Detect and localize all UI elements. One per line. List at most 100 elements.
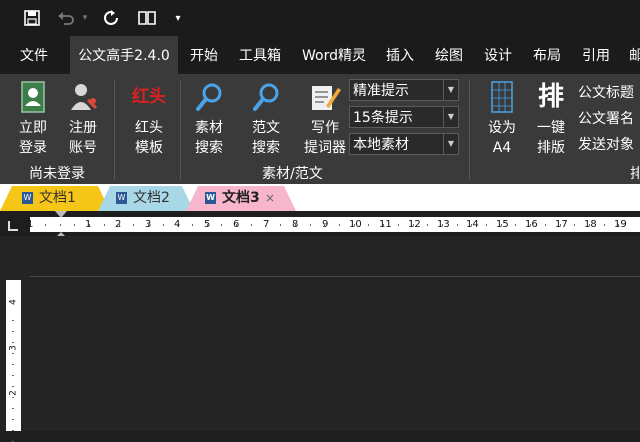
group-separator [114,80,115,180]
chevron-down-icon[interactable]: ▼ [443,80,458,100]
ruler-dot [397,224,399,226]
group-separator [469,80,470,180]
ruler-tick-label: 12 [408,219,421,230]
ruler-dot [368,224,370,226]
ruler-dot [12,397,14,398]
ruler-dot [12,342,14,343]
ruler-dot [412,224,414,226]
tab-mailings[interactable]: 邮 [629,36,640,74]
doc-signature-link[interactable]: 公文署名 [578,108,634,128]
redhead-template-button[interactable]: 红头 红头 模板 [128,78,170,158]
tab-design[interactable]: 设计 [484,36,512,74]
book-icon[interactable] [136,8,158,28]
ruler-dot [89,224,91,226]
ruler-dot [12,419,14,420]
indent-marker-icon[interactable] [55,211,67,239]
ruler-dot [103,224,105,226]
sample-search-button[interactable]: 范文 搜索 [245,78,287,158]
ruler-dot [45,224,46,226]
close-tab-icon[interactable]: × [265,186,275,211]
set-a4-button[interactable]: 设为 A4 [480,78,524,158]
set-a4-label-2: A4 [492,140,512,156]
redhead-label-2: 模板 [135,140,163,156]
material-source-select[interactable]: 本地素材 ▼ [349,133,459,155]
document-canvas[interactable] [0,236,640,431]
login-label-2: 登录 [19,140,47,156]
ruler-dot [486,224,487,226]
ruler-dot [12,364,14,365]
ruler-dot [12,320,14,321]
quick-access-toolbar: ▾ ▾ [0,0,640,36]
redhead-label-1: 红头 [135,120,163,136]
refresh-icon[interactable] [101,8,121,28]
one-click-label-1: 一键 [537,120,565,136]
ruler-tick-label: 16 [525,219,538,230]
format-icon: 排 [537,82,564,112]
doc-tab-3-label: 文档3 [222,190,260,206]
group-label-login: 尚未登录 [29,166,85,182]
undo-icon[interactable] [55,8,77,28]
ruler-dot [515,224,517,226]
ruler-bar: 112345678910111213141516171819 [27,217,640,232]
ruler-dot [456,224,458,226]
ruler-dot [118,224,120,226]
prompt-mode-select[interactable]: 精准提示 ▼ [349,79,459,101]
material-search-label-2: 搜索 [195,140,223,156]
material-search-label-1: 素材 [195,120,223,136]
tab-stop-selector-icon[interactable] [8,221,18,231]
tab-layout[interactable]: 布局 [533,36,561,74]
undo-dropdown-icon[interactable]: ▾ [80,8,90,28]
prompter-label-1: 写作 [311,120,339,136]
tab-draw[interactable]: 绘图 [435,36,463,74]
doc-tab-3[interactable]: W 文档3 [205,186,260,211]
ruler-dot [133,224,135,226]
chevron-down-icon[interactable]: ▼ [443,134,458,154]
ruler-tick-label: 15 [496,219,509,230]
login-button[interactable]: 立即 登录 [12,78,54,158]
tab-insert[interactable]: 插入 [386,36,414,74]
ruler-dot [441,224,443,226]
tab-references[interactable]: 引用 [582,36,610,74]
ruler-dot [294,224,296,226]
set-a4-label-1: 设为 [488,120,516,136]
ruler-dot [471,224,473,226]
chevron-down-icon[interactable]: ▼ [443,107,458,127]
doc-tab-2[interactable]: W 文档2 [116,186,170,211]
material-search-button[interactable]: 素材 搜索 [188,78,230,158]
ruler-tick-label: 1 [27,219,34,230]
ruler-dot [206,224,208,226]
tab-file[interactable]: 文件 [20,36,48,74]
ruler-dot [500,224,502,226]
material-source-value: 本地素材 [353,137,409,153]
prompt-count-select[interactable]: 15条提示 ▼ [349,106,459,128]
sample-search-label-2: 搜索 [252,140,280,156]
ruler-dot [12,331,14,332]
ruler-dot [147,224,149,226]
one-click-format-button[interactable]: 排 一键 排版 [530,78,572,158]
tab-toolbox[interactable]: 工具箱 [239,36,281,74]
tab-gongwen-gaoshou[interactable]: 公文高手2.4.0 [70,36,178,74]
word-doc-icon: W [205,192,216,204]
ruler-dot [588,224,590,226]
ruler-dot [12,408,14,409]
redhead-icon: 红头 [132,87,166,107]
pencil-note-icon [308,80,342,114]
register-button[interactable]: 注册 账号 [62,78,104,158]
one-click-label-2: 排版 [537,140,565,156]
save-icon[interactable] [22,8,42,28]
ruler-dot [603,224,605,226]
writing-prompter-button[interactable]: 写作 提词器 [302,78,348,158]
ribbon-panel: 立即 登录 注册 账号 尚未登录 红头 红头 模板 素材 搜索 范文 搜索 写作… [0,74,640,184]
tab-word-jingling[interactable]: Word精灵 [302,36,366,74]
ruler-dot [74,224,76,226]
customize-toolbar-icon[interactable]: ▾ [172,8,184,28]
ruler-dot [618,224,620,226]
doc-title-link[interactable]: 公文标题 [578,82,634,102]
ruler-dot [192,224,193,226]
send-target-link[interactable]: 发送对象 [578,134,634,154]
ruler-dot [12,386,14,387]
tab-home[interactable]: 开始 [190,36,218,74]
word-doc-icon: W [116,192,127,204]
doc-tab-1[interactable]: W 文档1 [22,186,76,211]
register-label-1: 注册 [69,120,97,136]
